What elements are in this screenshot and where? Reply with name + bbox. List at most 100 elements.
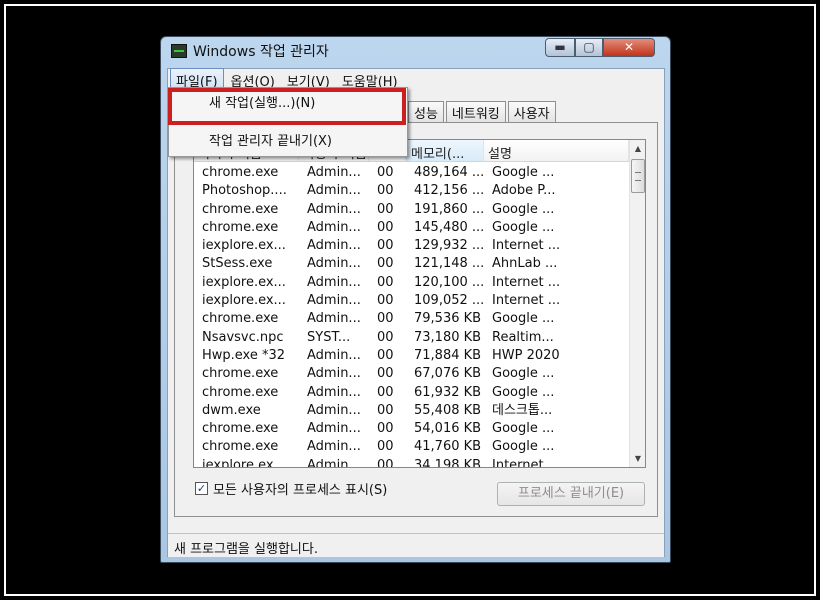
table-row[interactable]: chrome.exe Admin... 00 145,480 ... Google ..…: [194, 219, 629, 237]
table-row[interactable]: iexplore.ex... Admin... 00 109,052 ... Inter…: [194, 292, 629, 310]
cell-image-name: chrome.exe: [202, 219, 279, 235]
table-row[interactable]: iexplore.ex... Admin... 00 34,198 KB Interne…: [194, 457, 629, 468]
cell-image-name: chrome.exe: [202, 201, 279, 217]
table-row[interactable]: iexplore.ex... Admin... 00 120,100 ... Inter…: [194, 274, 629, 292]
show-all-users-option[interactable]: ✓ 모든 사용자의 프로세스 표시(S): [195, 479, 387, 498]
cell-memory: 191,860 ...: [414, 201, 484, 217]
cell-description: Internet ...: [492, 274, 561, 290]
cell-memory: 120,100 ...: [414, 274, 484, 290]
highlight-annotation: [168, 88, 406, 125]
scroll-up-icon[interactable]: ▲: [630, 140, 645, 157]
cell-cpu: 00: [377, 165, 394, 180]
cell-user-name: SYST...: [307, 329, 351, 345]
cell-memory: 412,156 ...: [414, 183, 484, 199]
cell-cpu: 00: [377, 366, 394, 382]
cell-user-name: Admin...: [307, 219, 361, 235]
cell-image-name: chrome.exe: [202, 384, 279, 400]
cell-cpu: 00: [377, 238, 394, 254]
end-process-button[interactable]: 프로세스 끝내기(E): [497, 482, 645, 506]
cell-description: Internet ...: [492, 457, 561, 468]
cell-image-name: Photoshop....: [202, 183, 287, 199]
cell-image-name: dwm.exe: [202, 402, 261, 418]
scroll-down-icon[interactable]: ▼: [630, 450, 645, 467]
cell-memory: 55,408 KB: [414, 402, 482, 418]
cell-cpu: 00: [377, 311, 394, 327]
cell-cpu: 00: [377, 183, 394, 199]
table-row[interactable]: iexplore.ex... Admin... 00 129,932 ... Inter…: [194, 237, 629, 255]
minimize-button[interactable]: ▬: [545, 38, 575, 57]
cell-image-name: iexplore.ex...: [202, 457, 286, 468]
column-description[interactable]: 설명: [484, 140, 629, 161]
cell-user-name: Admin...: [307, 183, 361, 199]
cell-memory: 71,884 KB: [414, 347, 482, 363]
cell-description: Google ...: [492, 421, 555, 437]
tab-performance[interactable]: 성능: [408, 101, 444, 122]
cell-user-name: Admin...: [307, 402, 361, 418]
tab-networking[interactable]: 네트워킹: [445, 101, 506, 122]
cell-description: Google ...: [492, 311, 555, 327]
cell-image-name: chrome.exe: [202, 439, 279, 455]
status-bar: 새 프로그램을 실행합니다.: [168, 533, 664, 557]
cell-memory: 73,180 KB: [414, 329, 482, 345]
cell-memory: 41,760 KB: [414, 439, 482, 455]
cell-cpu: 00: [377, 347, 394, 363]
vertical-scrollbar[interactable]: ▲ ▼: [629, 140, 645, 467]
tab-users[interactable]: 사용자: [507, 101, 556, 122]
table-row[interactable]: chrome.exe Admin... 00 79,536 KB Google ...: [194, 310, 629, 328]
menu-exit-task-manager[interactable]: 작업 관리자 끝내기(X): [169, 130, 407, 154]
processes-panel: 이미지 이름 사용자 이름 CPU 메모리(... 설명 chrome.exeA…: [174, 122, 658, 517]
cell-user-name: Admin...: [307, 457, 361, 468]
task-manager-icon: [171, 44, 187, 58]
tab-strip: 성능 네트워킹 사용자: [408, 101, 558, 123]
show-all-label[interactable]: 모든 사용자의 프로세스 표시(S): [213, 479, 387, 498]
table-row[interactable]: chrome.exe Admin... 00 489,164 ... Google ..…: [194, 164, 629, 182]
cell-cpu: 00: [377, 457, 394, 468]
table-row[interactable]: Photoshop.... Admin... 00 412,156 ... Adobe …: [194, 182, 629, 200]
cell-description: Google ...: [492, 366, 555, 382]
table-row[interactable]: chrome.exe Admin... 00 41,760 KB Google ...: [194, 438, 629, 456]
cell-description: Google ...: [492, 439, 555, 455]
close-button[interactable]: ✕: [603, 38, 655, 57]
show-all-checkbox[interactable]: ✓: [195, 482, 208, 495]
cell-description: Google ...: [492, 384, 555, 400]
column-memory[interactable]: 메모리(...: [406, 140, 484, 161]
cell-memory: 145,480 ...: [414, 219, 484, 235]
cell-description: AhnLab ...: [492, 256, 558, 272]
table-row[interactable]: Hwp.exe *32 Admin... 00 71,884 KB HWP 2020: [194, 347, 629, 365]
cell-description: Google ...: [492, 201, 555, 217]
cell-image-name: iexplore.ex...: [202, 293, 286, 309]
cell-description: Realtim...: [492, 329, 554, 345]
cell-memory: 79,536 KB: [414, 311, 482, 327]
table-row[interactable]: StSess.exe Admin... 00 121,148 ... AhnLab ..…: [194, 255, 629, 273]
cell-image-name: Hwp.exe *32: [202, 347, 286, 363]
cell-description: Google ...: [492, 165, 555, 180]
cell-description: Google ...: [492, 219, 555, 235]
cell-image-name: chrome.exe: [202, 421, 279, 437]
cell-user-name: Admin...: [307, 439, 361, 455]
table-row[interactable]: chrome.exe Admin... 00 54,016 KB Google ...: [194, 420, 629, 438]
table-row[interactable]: dwm.exe Admin... 00 55,408 KB 데스크톱...: [194, 402, 629, 420]
table-row[interactable]: chrome.exe Admin... 00 61,932 KB Google ...: [194, 384, 629, 402]
cell-cpu: 00: [377, 274, 394, 290]
cell-memory: 67,076 KB: [414, 366, 482, 382]
cell-image-name: chrome.exe: [202, 165, 279, 180]
cell-cpu: 00: [377, 421, 394, 437]
scroll-thumb[interactable]: [631, 159, 645, 193]
table-row[interactable]: chrome.exe Admin... 00 67,076 KB Google ...: [194, 365, 629, 383]
cell-cpu: 00: [377, 256, 394, 272]
maximize-button[interactable]: ▢: [575, 38, 603, 57]
cell-user-name: Admin...: [307, 201, 361, 217]
cell-description: HWP 2020: [492, 347, 560, 363]
cell-memory: 109,052 ...: [414, 293, 484, 309]
cell-memory: 129,932 ...: [414, 238, 484, 254]
cell-cpu: 00: [377, 402, 394, 418]
cell-user-name: Admin...: [307, 274, 361, 290]
table-row[interactable]: Nsavsvc.npc SYST... 00 73,180 KB Realtim...: [194, 329, 629, 347]
process-list[interactable]: 이미지 이름 사용자 이름 CPU 메모리(... 설명 chrome.exeA…: [193, 139, 646, 468]
cell-cpu: 00: [377, 439, 394, 455]
cell-image-name: iexplore.ex...: [202, 274, 286, 290]
cell-user-name: Admin...: [307, 311, 361, 327]
table-row[interactable]: chrome.exe Admin... 00 191,860 ... Google ..…: [194, 201, 629, 219]
cell-image-name: iexplore.ex...: [202, 238, 286, 254]
cell-cpu: 00: [377, 384, 394, 400]
